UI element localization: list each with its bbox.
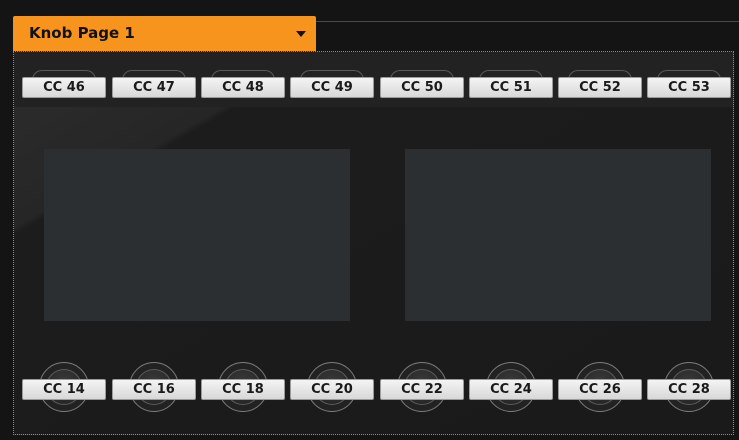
cc-button-50[interactable]: CC 50 — [380, 77, 464, 98]
knob-label-cc22[interactable]: CC 22 — [380, 379, 464, 400]
knob-label-cc28[interactable]: CC 28 — [647, 379, 731, 400]
knob-label-cc20[interactable]: CC 20 — [290, 379, 374, 400]
cc-button-47[interactable]: CC 47 — [112, 77, 196, 98]
cc-button-53[interactable]: CC 53 — [647, 77, 731, 98]
header-divider — [316, 21, 739, 22]
dropdown-arrow-icon — [296, 31, 306, 37]
xy-pad-left[interactable] — [44, 149, 350, 321]
cc-button-52[interactable]: CC 52 — [558, 77, 642, 98]
knob-label-cc16[interactable]: CC 16 — [112, 379, 196, 400]
knob-label-cc14[interactable]: CC 14 — [22, 379, 106, 400]
knob-label-cc18[interactable]: CC 18 — [201, 379, 285, 400]
knob-panel — [13, 51, 734, 435]
page-selector-dropdown[interactable]: Knob Page 1 — [13, 16, 316, 51]
cc-button-48[interactable]: CC 48 — [201, 77, 285, 98]
cc-button-49[interactable]: CC 49 — [290, 77, 374, 98]
page-selector-label: Knob Page 1 — [29, 24, 135, 42]
knob-label-cc24[interactable]: CC 24 — [469, 379, 553, 400]
cc-button-46[interactable]: CC 46 — [22, 77, 106, 98]
xy-pad-right[interactable] — [405, 149, 711, 321]
knob-label-cc26[interactable]: CC 26 — [558, 379, 642, 400]
cc-button-51[interactable]: CC 51 — [469, 77, 553, 98]
